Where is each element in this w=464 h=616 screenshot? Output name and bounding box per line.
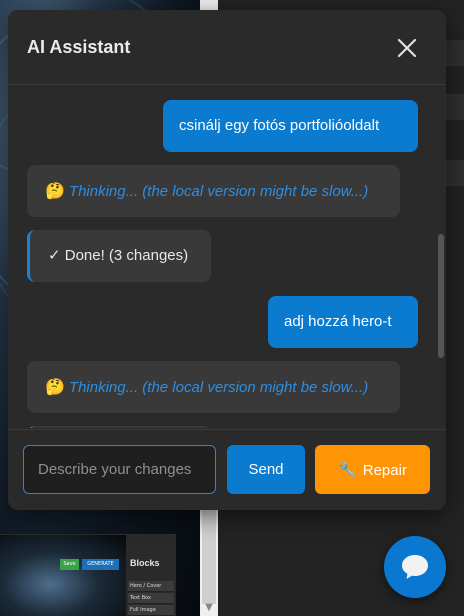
message-list[interactable]: csinálj egy fotós portfolióoldalt 🤔 Think… xyxy=(8,86,446,428)
message-composer: Send 🔧 Repair xyxy=(8,429,446,510)
preview-generate-button: GENERATE xyxy=(82,559,119,570)
send-button[interactable]: Send xyxy=(227,445,305,494)
side-tab[interactable] xyxy=(446,160,464,186)
editor-preview-thumbnail: Save GENERATE Blocks Hero / Cover Text B… xyxy=(0,534,176,616)
close-button[interactable] xyxy=(394,35,420,61)
assistant-message: ✓ Done! (3 changes) xyxy=(27,230,211,282)
close-icon xyxy=(397,38,417,58)
message-list-scrollbar[interactable] xyxy=(438,234,444,358)
user-message: csinálj egy fotós portfolióoldalt xyxy=(163,100,418,152)
dialog-header: AI Assistant xyxy=(8,10,446,85)
blocks-panel-title: Blocks xyxy=(130,558,160,568)
assistant-message: 🤔 Thinking... (the local version might be… xyxy=(27,361,400,413)
chat-toggle-button[interactable] xyxy=(384,536,446,598)
preview-save-button: Save xyxy=(60,559,79,570)
thinking-text: Thinking... (the local version might be … xyxy=(68,183,369,200)
scroll-down-arrow-icon[interactable]: ▼ xyxy=(202,601,216,614)
repair-button-label: Repair xyxy=(362,461,407,479)
wrench-icon: 🔧 xyxy=(338,460,357,479)
side-tab[interactable] xyxy=(446,40,464,66)
assistant-message-partial xyxy=(27,426,211,428)
side-tab[interactable] xyxy=(446,94,464,120)
user-message: adj hozzá hero-t xyxy=(268,296,418,348)
thinking-face-icon: 🤔 xyxy=(45,377,65,396)
thinking-text: Thinking... (the local version might be … xyxy=(68,379,369,396)
block-item: Text Box xyxy=(128,593,174,604)
assistant-message: 🤔 Thinking... (the local version might be… xyxy=(27,165,400,217)
block-item: Full Image xyxy=(128,605,174,616)
ai-assistant-dialog: AI Assistant csinálj egy fotós portfolió… xyxy=(8,10,446,510)
chat-bubble-icon xyxy=(402,555,428,579)
message-input[interactable] xyxy=(23,445,216,494)
preview-image xyxy=(0,535,126,616)
thinking-face-icon: 🤔 xyxy=(45,181,65,200)
repair-button[interactable]: 🔧 Repair xyxy=(315,445,430,494)
dialog-title: AI Assistant xyxy=(27,37,131,57)
page-scrollbar-thumb[interactable] xyxy=(202,504,216,604)
block-item: Hero / Cover xyxy=(128,581,174,592)
